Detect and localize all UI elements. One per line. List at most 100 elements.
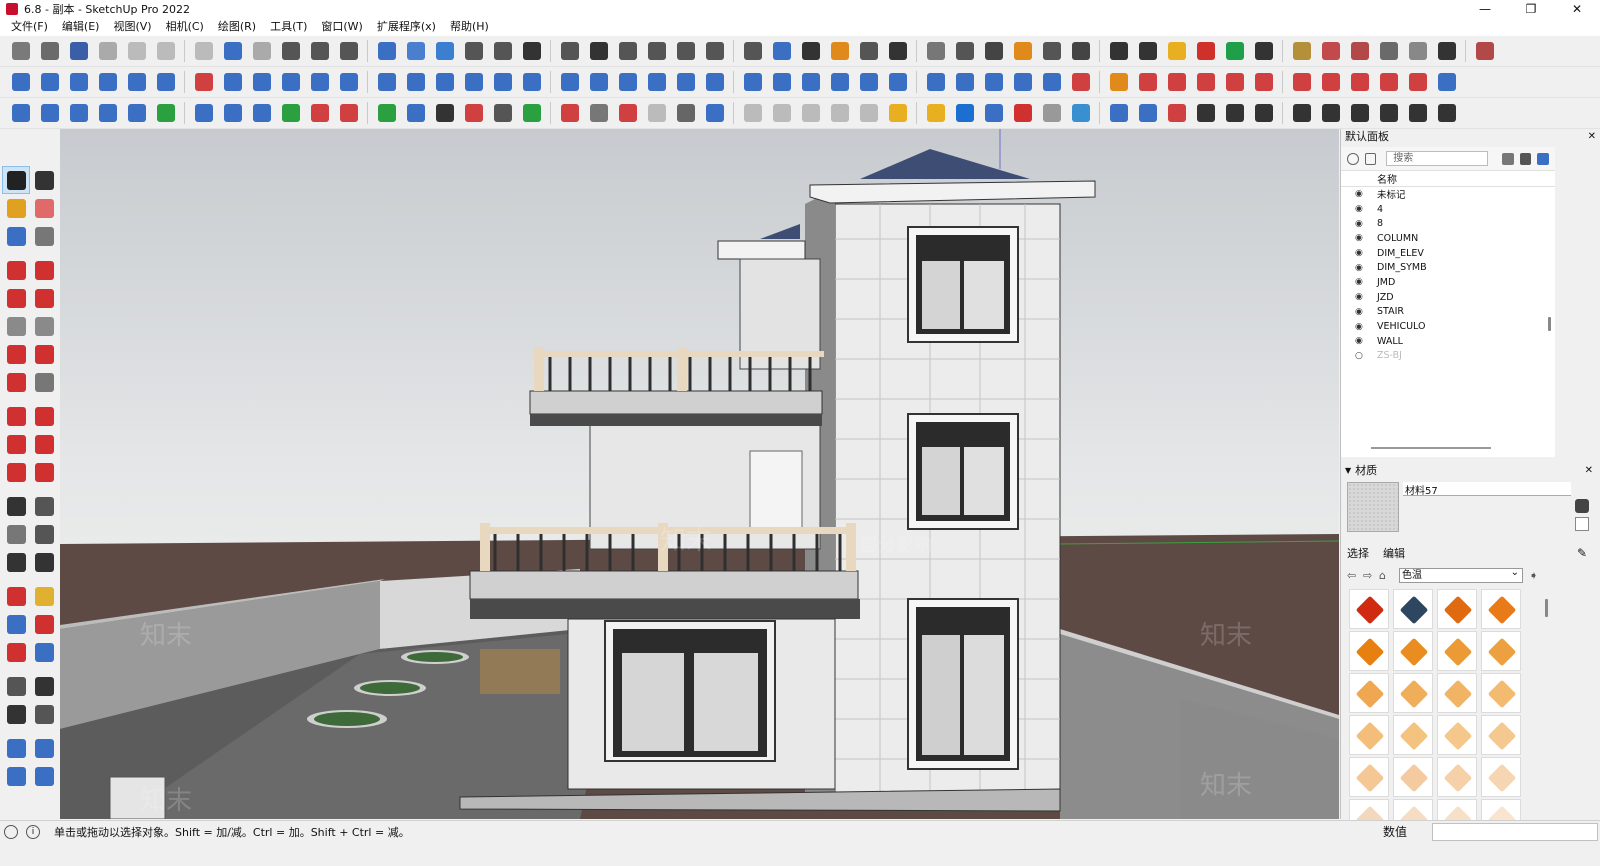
- toolbar2-button-14[interactable]: [403, 69, 429, 95]
- material-swatch[interactable]: [1437, 757, 1477, 797]
- toolbar3-button-21[interactable]: [615, 100, 641, 126]
- tag-row[interactable]: ◉ WALL: [1341, 334, 1555, 349]
- toolbar3-button-11[interactable]: [307, 100, 333, 126]
- toolbar3-button-1[interactable]: [8, 100, 34, 126]
- toolbar3-button-43[interactable]: [1289, 100, 1315, 126]
- toolbar2-button-11[interactable]: [307, 69, 333, 95]
- toolbar2-button-24[interactable]: [702, 69, 728, 95]
- toolbar2-button-45[interactable]: [1347, 69, 1373, 95]
- toolbar3-button-37[interactable]: [1106, 100, 1132, 126]
- toolbar3-button-27[interactable]: [798, 100, 824, 126]
- material-swatch[interactable]: [1393, 631, 1433, 671]
- toolbar3-button-26[interactable]: [769, 100, 795, 126]
- menu-tools[interactable]: 工具(T): [263, 18, 314, 36]
- tape-measure-tool[interactable]: [2, 492, 30, 520]
- toolbar2-button-31[interactable]: [923, 69, 949, 95]
- toolbar2-button-29[interactable]: [856, 69, 882, 95]
- toolbar3-button-8[interactable]: [220, 100, 246, 126]
- rotated-rect-tool[interactable]: [30, 284, 58, 312]
- toolbar3-button-46[interactable]: [1376, 100, 1402, 126]
- toolbar3-button-20[interactable]: [586, 100, 612, 126]
- material-swatch[interactable]: [1349, 589, 1389, 629]
- toolbar2-button-1[interactable]: [8, 69, 34, 95]
- toolbar3-button-15[interactable]: [432, 100, 458, 126]
- eye-icon[interactable]: ◉: [1355, 277, 1367, 287]
- toolbar3-button-23[interactable]: [673, 100, 699, 126]
- toolbar1-button-10[interactable]: [278, 38, 304, 64]
- toolbar3-button-39[interactable]: [1164, 100, 1190, 126]
- tab-select[interactable]: 选择: [1347, 545, 1369, 561]
- toolbar1-button-7[interactable]: [191, 38, 217, 64]
- component-tool[interactable]: [2, 222, 30, 250]
- toolbar3-button-29[interactable]: [856, 100, 882, 126]
- tag-row[interactable]: ◉ STAIR: [1341, 305, 1555, 320]
- toolbar1-button-37[interactable]: [1106, 38, 1132, 64]
- toolbar3-button-3[interactable]: [66, 100, 92, 126]
- toolbar1-button-20[interactable]: [586, 38, 612, 64]
- material-swatch[interactable]: [1393, 715, 1433, 755]
- toolbar3-button-13[interactable]: [374, 100, 400, 126]
- toolbar2-button-4[interactable]: [95, 69, 121, 95]
- toolbar1-button-40[interactable]: [1193, 38, 1219, 64]
- create-material-icon[interactable]: [1575, 499, 1589, 513]
- toolbar3-button-25[interactable]: [740, 100, 766, 126]
- toolbar2-button-23[interactable]: [673, 69, 699, 95]
- collection-select[interactable]: 色温: [1399, 566, 1523, 583]
- toolbar3-button-38[interactable]: [1135, 100, 1161, 126]
- toolbar1-button-27[interactable]: [798, 38, 824, 64]
- toolbar2-button-33[interactable]: [981, 69, 1007, 95]
- tags-scrollbar[interactable]: [1548, 317, 1551, 331]
- toolbar1-button-3[interactable]: [66, 38, 92, 64]
- toolbar1-button-41[interactable]: [1222, 38, 1248, 64]
- toolbar2-button-15[interactable]: [432, 69, 458, 95]
- material-swatch[interactable]: [1393, 673, 1433, 713]
- material-swatch[interactable]: [1349, 631, 1389, 671]
- toolbar3-button-14[interactable]: [403, 100, 429, 126]
- follow-me-tool[interactable]: [30, 430, 58, 458]
- toolbar2-button-30[interactable]: [885, 69, 911, 95]
- toolbar1-button-14[interactable]: [403, 38, 429, 64]
- tag-row[interactable]: ◉ JMD: [1341, 275, 1555, 290]
- offset-tool[interactable]: [30, 458, 58, 486]
- toolbar2-button-6[interactable]: [153, 69, 179, 95]
- menu-camera[interactable]: 相机(C): [159, 18, 211, 36]
- toolbar1-button-15[interactable]: [432, 38, 458, 64]
- eye-icon[interactable]: ◉: [1355, 189, 1367, 199]
- toolbar3-button-40[interactable]: [1193, 100, 1219, 126]
- toolbar3-button-19[interactable]: [557, 100, 583, 126]
- toolbar2-button-43[interactable]: [1289, 69, 1315, 95]
- material-swatch[interactable]: [1481, 757, 1521, 797]
- dimension-tool[interactable]: [30, 492, 58, 520]
- add-tag-icon[interactable]: [1347, 152, 1359, 165]
- toolbar3-button-18[interactable]: [519, 100, 545, 126]
- push-pull-tool[interactable]: [30, 402, 58, 430]
- toolbar1-button-12[interactable]: [336, 38, 362, 64]
- toolbar1-button-4[interactable]: [95, 38, 121, 64]
- material-swatch[interactable]: [1481, 589, 1521, 629]
- tray-close-icon[interactable]: ✕: [1588, 131, 1596, 142]
- toolbar2-button-16[interactable]: [461, 69, 487, 95]
- menu-help[interactable]: 帮助(H): [443, 18, 496, 36]
- toolbar3-button-36[interactable]: [1068, 100, 1094, 126]
- eye-icon[interactable]: ◉: [1355, 248, 1367, 258]
- material-swatch[interactable]: [1437, 673, 1477, 713]
- sandbox-stamp-tool[interactable]: [2, 762, 30, 790]
- toolbar1-button-49[interactable]: [1472, 38, 1498, 64]
- material-swatch[interactable]: [1393, 589, 1433, 629]
- add-tag-folder-icon[interactable]: [1364, 152, 1377, 165]
- toolbar1-button-46[interactable]: [1376, 38, 1402, 64]
- toolbar1-button-19[interactable]: [557, 38, 583, 64]
- toolbar1-button-30[interactable]: [885, 38, 911, 64]
- toolbar1-button-38[interactable]: [1135, 38, 1161, 64]
- toolbar2-button-38[interactable]: [1135, 69, 1161, 95]
- tag-row[interactable]: ◉ 8: [1341, 216, 1555, 231]
- forward-arrow-icon[interactable]: ⇨: [1363, 569, 1379, 582]
- zoom-tool[interactable]: [2, 610, 30, 638]
- eye-icon[interactable]: ◉: [1355, 292, 1367, 302]
- toolbar2-button-22[interactable]: [644, 69, 670, 95]
- geo-location-icon[interactable]: [4, 824, 18, 839]
- tape-tool[interactable]: [30, 222, 58, 250]
- material-name-field[interactable]: 材料57: [1403, 482, 1571, 497]
- toolbar2-button-27[interactable]: [798, 69, 824, 95]
- toolbar2-button-21[interactable]: [615, 69, 641, 95]
